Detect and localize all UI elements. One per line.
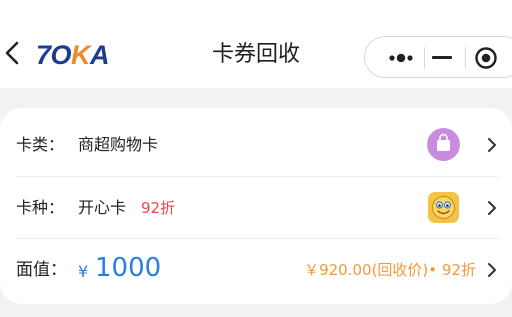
capsule-divider: [465, 47, 466, 69]
face-value-currency: ¥: [78, 262, 89, 281]
card-category-label: 卡类：: [16, 135, 65, 154]
close-target-icon[interactable]: [474, 46, 498, 70]
recycle-form-card: 卡类： 商超购物卡 卡种： 开心卡 92折 面值： ¥ 1000 ￥920.00…: [0, 108, 512, 304]
card-category-value: 商超购物卡: [78, 135, 159, 154]
chevron-right-icon: [486, 261, 498, 279]
minimize-icon[interactable]: [431, 47, 453, 69]
capsule-divider: [424, 47, 425, 69]
smiley-icon: [428, 192, 459, 223]
card-category-row[interactable]: 卡类： 商超购物卡: [16, 114, 498, 176]
face-value-label: 面值：: [16, 260, 67, 280]
card-type-discount: 92折: [141, 199, 176, 217]
face-value-amount: 1000: [95, 253, 162, 283]
shopping-bag-icon: [427, 128, 460, 161]
navbar: 7OKA 卡券回收: [0, 0, 512, 88]
card-type-label: 卡种：: [16, 198, 65, 217]
card-type-value: 开心卡: [78, 198, 127, 217]
chevron-right-icon: [486, 136, 498, 154]
recycle-price-info: ￥920.00(回收价)• 92折: [304, 261, 476, 279]
mini-program-capsule: [364, 36, 512, 78]
chevron-right-icon: [486, 199, 498, 217]
face-value-row[interactable]: 面值： ¥ 1000 ￥920.00(回收价)• 92折: [16, 239, 498, 301]
more-dots-icon[interactable]: [387, 50, 419, 66]
card-type-row[interactable]: 卡种： 开心卡 92折: [16, 177, 498, 239]
